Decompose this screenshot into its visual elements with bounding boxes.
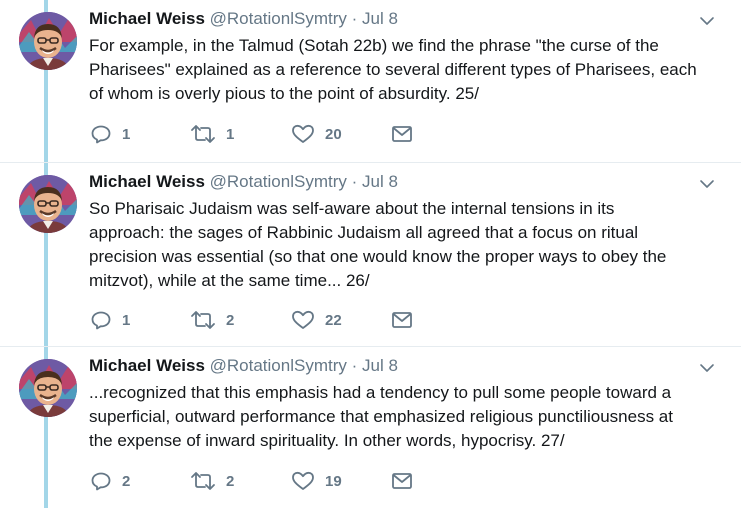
chevron-down-icon[interactable]: [699, 13, 715, 29]
tweet-header: Michael Weiss @RotationlSymtry · Jul 8: [89, 356, 398, 376]
retweet-button[interactable]: 2: [190, 469, 234, 493]
direct-message-button[interactable]: [391, 122, 413, 146]
tweet-26[interactable]: Michael Weiss @RotationlSymtry · Jul 8 S…: [0, 163, 741, 347]
reply-button[interactable]: 2: [90, 469, 130, 493]
tweet-date[interactable]: Jul 8: [362, 172, 398, 191]
tweet-text-line: ...recognized that this emphasis had a t…: [89, 383, 672, 402]
tweet-date[interactable]: Jul 8: [362, 356, 398, 375]
reply-button[interactable]: 1: [90, 122, 130, 146]
author-name[interactable]: Michael Weiss: [89, 9, 205, 28]
retweet-icon: [191, 472, 215, 490]
separator-dot: ·: [351, 9, 358, 28]
reply-icon: [91, 125, 111, 144]
retweet-icon: [191, 311, 215, 329]
reply-icon: [91, 311, 111, 330]
tweet-text-line: mitzvot), while at the same time... 26/: [89, 271, 370, 290]
tweet-text: For example, in the Talmud (Sotah 22b) w…: [89, 34, 729, 106]
chevron-down-icon[interactable]: [699, 176, 715, 192]
tweet-text: ...recognized that this emphasis had a t…: [89, 381, 729, 453]
tweet-date[interactable]: Jul 8: [362, 9, 398, 28]
tweet-text-line: the expense of inward spirituality. In o…: [89, 431, 565, 450]
reply-icon: [91, 472, 111, 491]
author-name[interactable]: Michael Weiss: [89, 172, 205, 191]
direct-message-button[interactable]: [391, 469, 413, 493]
author-name[interactable]: Michael Weiss: [89, 356, 205, 375]
envelope-icon: [392, 312, 412, 328]
tweet-text-line: Pharisees" explained as a reference to s…: [89, 60, 697, 79]
reply-count: 2: [122, 472, 131, 490]
retweet-button[interactable]: 1: [190, 122, 234, 146]
tweet-25[interactable]: Michael Weiss @RotationlSymtry · Jul 8 F…: [0, 0, 741, 163]
like-count: 20: [325, 125, 342, 143]
avatar[interactable]: [19, 12, 77, 70]
author-handle[interactable]: @RotationlSymtry: [210, 356, 347, 375]
tweet-header: Michael Weiss @RotationlSymtry · Jul 8: [89, 9, 398, 29]
retweet-count: 2: [226, 472, 235, 490]
tweet-header: Michael Weiss @RotationlSymtry · Jul 8: [89, 172, 398, 192]
tweet-27[interactable]: Michael Weiss @RotationlSymtry · Jul 8 .…: [0, 347, 741, 508]
tweet-text-line: approach: the sages of Rabbinic Judaism …: [89, 223, 639, 242]
like-count: 22: [325, 311, 342, 329]
envelope-icon: [392, 126, 412, 142]
chevron-down-icon[interactable]: [699, 360, 715, 376]
avatar[interactable]: [19, 175, 77, 233]
tweet-text-line: precision was essential (so that one wou…: [89, 247, 667, 266]
retweet-count: 1: [226, 125, 235, 143]
separator-dot: ·: [351, 172, 358, 191]
tweet-text-line: of whom is overly pious to the point of …: [89, 84, 479, 103]
tweet-text-line: superficial, outward performance that em…: [89, 407, 673, 426]
like-button[interactable]: 22: [291, 308, 342, 332]
reply-count: 1: [122, 125, 131, 143]
like-button[interactable]: 19: [291, 469, 342, 493]
retweet-button[interactable]: 2: [190, 308, 234, 332]
retweet-count: 2: [226, 311, 235, 329]
like-count: 19: [325, 472, 342, 490]
direct-message-button[interactable]: [391, 308, 413, 332]
reply-button[interactable]: 1: [90, 308, 130, 332]
like-button[interactable]: 20: [291, 122, 342, 146]
envelope-icon: [392, 473, 412, 489]
reply-count: 1: [122, 311, 131, 329]
heart-icon: [292, 124, 314, 143]
retweet-icon: [191, 125, 215, 143]
author-handle[interactable]: @RotationlSymtry: [210, 172, 347, 191]
author-handle[interactable]: @RotationlSymtry: [210, 9, 347, 28]
heart-icon: [292, 471, 314, 490]
tweet-text-line: For example, in the Talmud (Sotah 22b) w…: [89, 36, 659, 55]
avatar[interactable]: [19, 359, 77, 417]
heart-icon: [292, 310, 314, 329]
separator-dot: ·: [351, 356, 358, 375]
tweet-text: So Pharisaic Judaism was self-aware abou…: [89, 197, 729, 293]
tweet-text-line: So Pharisaic Judaism was self-aware abou…: [89, 199, 615, 218]
